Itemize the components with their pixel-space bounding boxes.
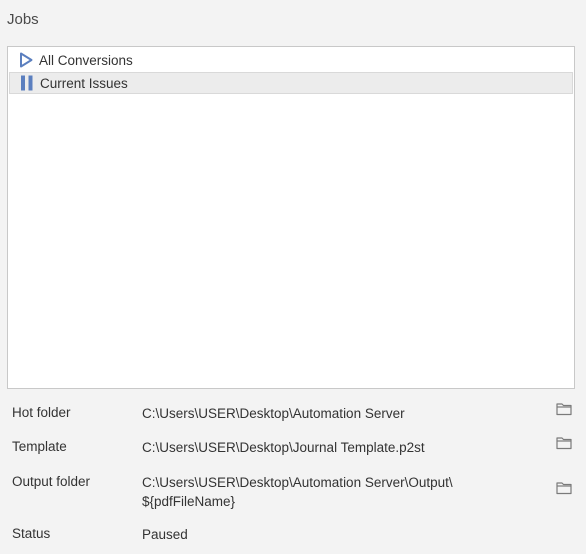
job-item-all-conversions[interactable]: All Conversions bbox=[9, 49, 573, 71]
status-label: Status bbox=[12, 526, 51, 541]
job-item-current-issues[interactable]: Current Issues bbox=[9, 72, 573, 94]
template-label: Template bbox=[12, 439, 67, 454]
template-value: C:\Users\USER\Desktop\Journal Template.p… bbox=[142, 440, 425, 455]
output-folder-value-line2: ${pdfFileName} bbox=[142, 494, 236, 509]
output-folder-browse-button[interactable] bbox=[554, 481, 574, 499]
folder-icon bbox=[556, 402, 572, 421]
job-item-label: Current Issues bbox=[40, 75, 128, 91]
job-item-label: All Conversions bbox=[39, 52, 133, 68]
folder-icon bbox=[556, 436, 572, 455]
status-value: Paused bbox=[142, 527, 188, 542]
folder-icon bbox=[556, 481, 572, 500]
jobs-list[interactable]: All Conversions Current Issues bbox=[7, 46, 575, 389]
hot-folder-browse-button[interactable] bbox=[554, 402, 574, 420]
template-browse-button[interactable] bbox=[554, 436, 574, 454]
pause-icon bbox=[19, 75, 35, 91]
hot-folder-label: Hot folder bbox=[12, 405, 71, 420]
output-folder-value: C:\Users\USER\Desktop\Automation Server\… bbox=[142, 473, 512, 511]
output-folder-label: Output folder bbox=[12, 474, 91, 489]
jobs-section-title: Jobs bbox=[7, 11, 39, 28]
hot-folder-value: C:\Users\USER\Desktop\Automation Server bbox=[142, 406, 405, 421]
play-icon bbox=[18, 52, 34, 68]
output-folder-value-line1: C:\Users\USER\Desktop\Automation Server\… bbox=[142, 475, 453, 490]
